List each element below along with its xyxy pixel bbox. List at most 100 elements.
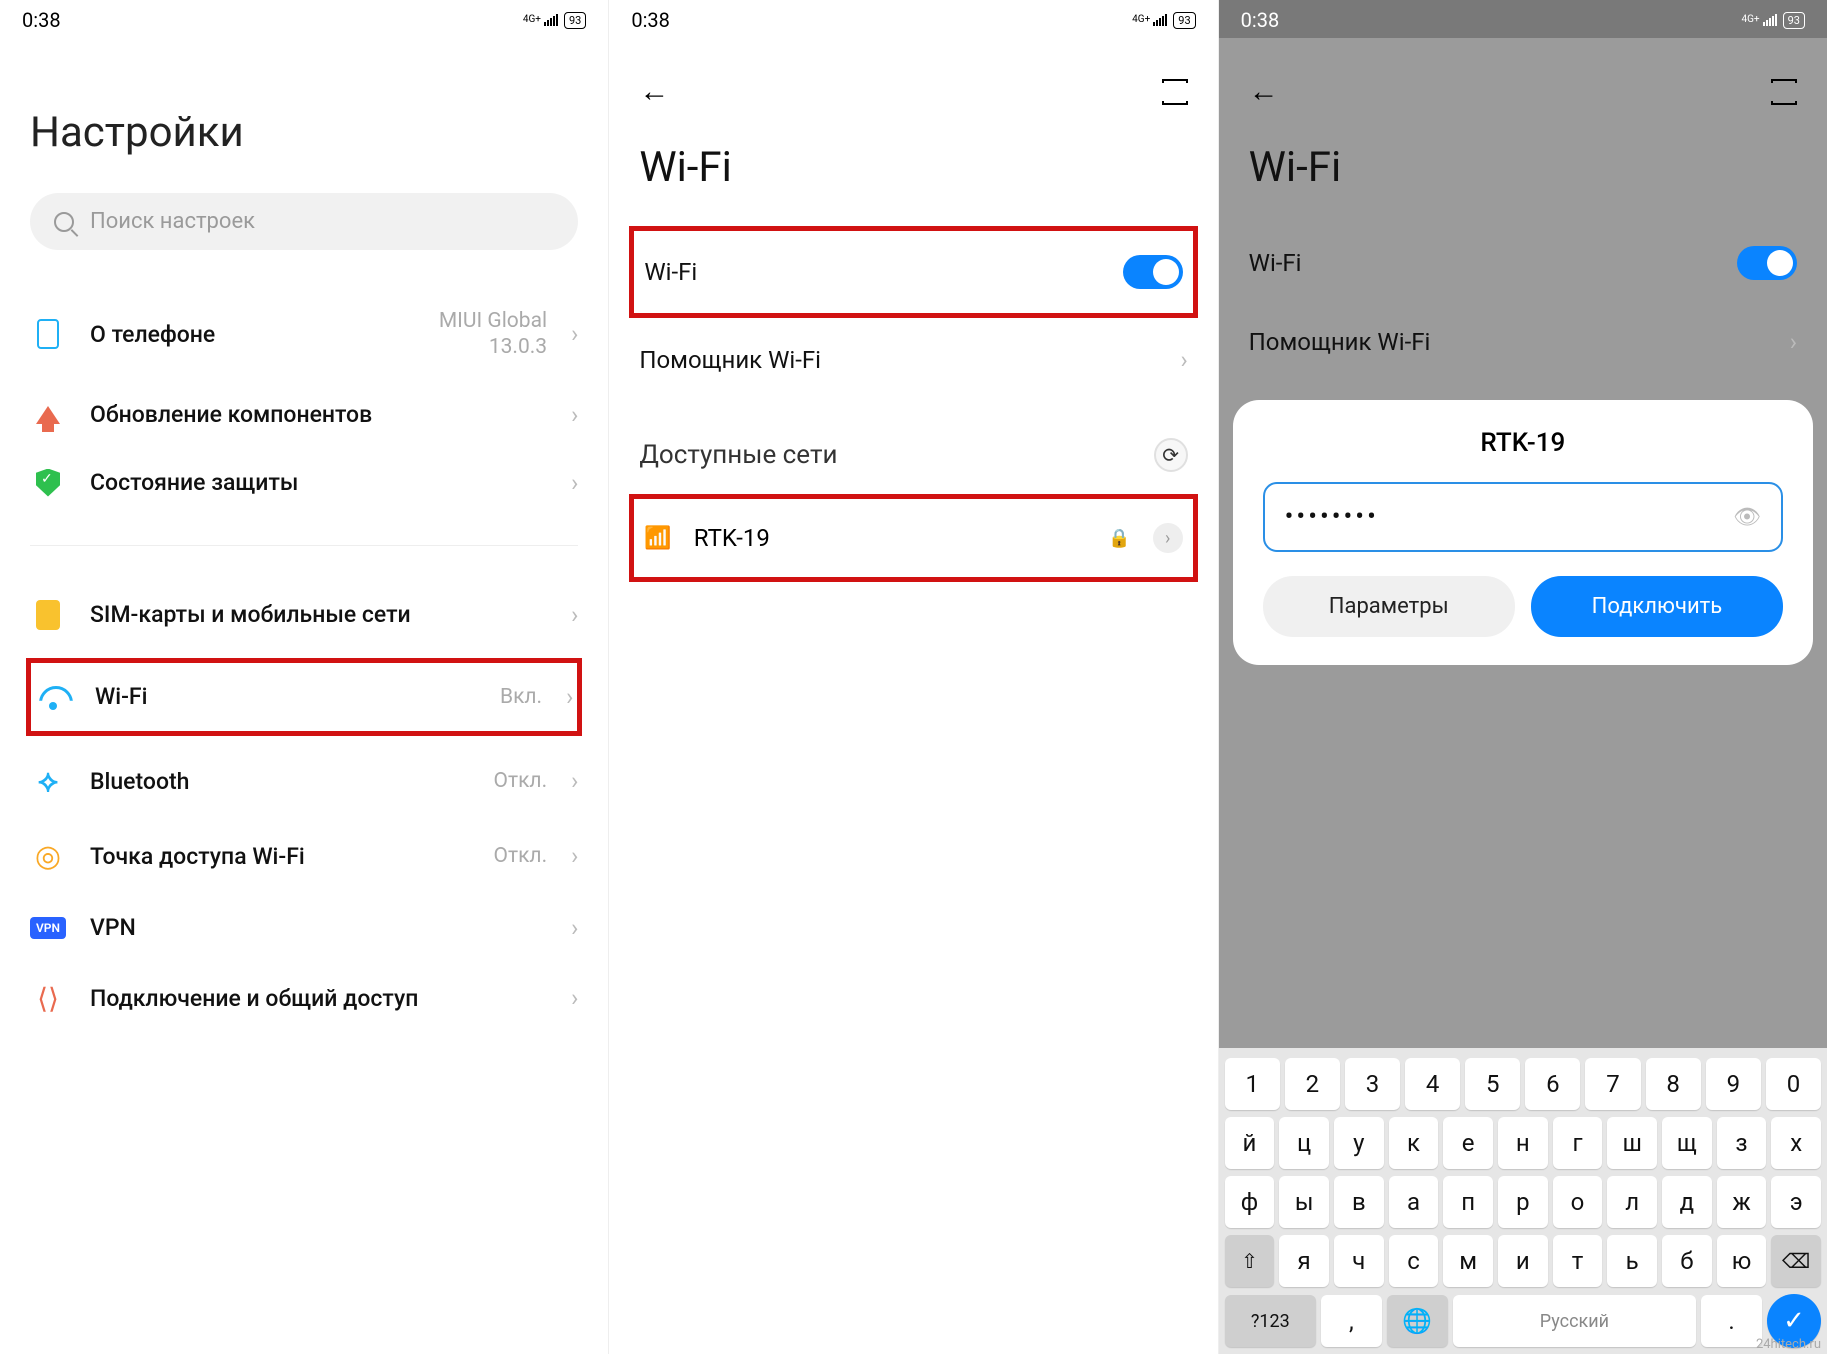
kb-row-3: фывапролджэ xyxy=(1225,1176,1821,1228)
key-ч[interactable]: ч xyxy=(1334,1235,1384,1287)
key-е[interactable]: е xyxy=(1443,1117,1493,1169)
bluetooth-icon: ⟡ xyxy=(38,764,58,799)
status-icons: 4G+ 93 xyxy=(1742,12,1805,29)
wifi-toggle-row[interactable]: Wi-Fi xyxy=(634,231,1192,313)
battery-icon: 93 xyxy=(1783,12,1805,29)
connection-sharing-row[interactable]: ⟨⟩ Подключение и общий доступ › xyxy=(30,962,578,1035)
key-ш[interactable]: ш xyxy=(1607,1117,1657,1169)
key-8[interactable]: 8 xyxy=(1646,1058,1701,1110)
key-с[interactable]: с xyxy=(1389,1235,1439,1287)
key-х[interactable]: х xyxy=(1771,1117,1821,1169)
key-backspace[interactable]: ⌫ xyxy=(1771,1235,1821,1287)
status-bar: 0:38 4G+ 93 xyxy=(609,0,1217,38)
key-2[interactable]: 2 xyxy=(1285,1058,1340,1110)
key-т[interactable]: т xyxy=(1553,1235,1603,1287)
status-bar: 0:38 4G+ 93 xyxy=(1219,0,1827,38)
key-а[interactable]: а xyxy=(1389,1176,1439,1228)
connect-button[interactable]: Подключить xyxy=(1531,576,1783,637)
about-phone-row[interactable]: О телефоне MIUI Global 13.0.3 › xyxy=(30,288,578,381)
refresh-button[interactable]: ⟳ xyxy=(1154,438,1188,472)
chevron-right-icon: › xyxy=(571,469,578,497)
key-7[interactable]: 7 xyxy=(1585,1058,1640,1110)
phone-icon xyxy=(37,319,59,349)
key-numbers[interactable]: ?123 xyxy=(1225,1295,1316,1347)
battery-icon: 93 xyxy=(564,12,586,29)
key-г[interactable]: г xyxy=(1553,1117,1603,1169)
key-д[interactable]: д xyxy=(1662,1176,1712,1228)
back-button[interactable]: ← xyxy=(1249,74,1279,109)
key-р[interactable]: р xyxy=(1498,1176,1548,1228)
key-language[interactable]: 🌐 xyxy=(1387,1295,1448,1347)
params-button[interactable]: Параметры xyxy=(1263,576,1515,637)
wifi-toggle[interactable] xyxy=(1737,246,1797,280)
key-ц[interactable]: ц xyxy=(1279,1117,1329,1169)
password-input[interactable]: •••••••• 👁 xyxy=(1263,482,1783,552)
security-status-row[interactable]: Состояние защиты › xyxy=(30,449,578,517)
wifi-toggle-row[interactable]: Wi-Fi xyxy=(1219,222,1827,304)
key-и[interactable]: и xyxy=(1498,1235,1548,1287)
key-5[interactable]: 5 xyxy=(1465,1058,1520,1110)
lock-icon: 🔒 xyxy=(1108,528,1130,549)
key-п[interactable]: п xyxy=(1443,1176,1493,1228)
clock: 0:38 xyxy=(1241,8,1280,32)
sim-cards-row[interactable]: SIM-карты и мобильные сети › xyxy=(30,580,578,650)
key-щ[interactable]: щ xyxy=(1662,1117,1712,1169)
key-space[interactable]: Русский xyxy=(1453,1295,1696,1347)
key-4[interactable]: 4 xyxy=(1405,1058,1460,1110)
key-в[interactable]: в xyxy=(1334,1176,1384,1228)
network-details-button[interactable]: › xyxy=(1153,523,1183,553)
key-9[interactable]: 9 xyxy=(1706,1058,1761,1110)
kb-row-1: 1234567890 xyxy=(1225,1058,1821,1110)
key-у[interactable]: у xyxy=(1334,1117,1384,1169)
key-3[interactable]: 3 xyxy=(1345,1058,1400,1110)
highlight-network: 📶 RTK-19 🔒 › xyxy=(629,494,1197,582)
key-я[interactable]: я xyxy=(1279,1235,1329,1287)
clock: 0:38 xyxy=(22,8,61,32)
network-type: 4G+ xyxy=(1742,15,1760,25)
vpn-row[interactable]: VPN VPN › xyxy=(30,894,578,962)
key-dot[interactable]: . xyxy=(1701,1295,1762,1347)
key-з[interactable]: з xyxy=(1717,1117,1767,1169)
password-value: •••••••• xyxy=(1285,502,1379,532)
kb-row-2: йцукенгшщзх xyxy=(1225,1117,1821,1169)
bluetooth-row[interactable]: ⟡ Bluetooth Откл. › xyxy=(30,744,578,819)
toggle-password-visibility[interactable]: 👁 xyxy=(1733,505,1761,530)
divider xyxy=(30,545,578,546)
chevron-right-icon: › xyxy=(571,767,578,795)
wifi-password-screen: 0:38 4G+ 93 ← Wi-Fi Wi-Fi Помощник Wi-Fi… xyxy=(1219,0,1827,1354)
key-comma[interactable]: , xyxy=(1321,1295,1382,1347)
wifi-row[interactable]: Wi-Fi Вкл. › xyxy=(35,665,573,729)
key-ы[interactable]: ы xyxy=(1279,1176,1329,1228)
hotspot-row[interactable]: ◎ Точка доступа Wi-Fi Откл. › xyxy=(30,819,578,894)
key-б[interactable]: б xyxy=(1662,1235,1712,1287)
chevron-right-icon: › xyxy=(1180,346,1187,374)
key-к[interactable]: к xyxy=(1389,1117,1439,1169)
qr-scan-icon[interactable] xyxy=(1162,79,1188,105)
key-ю[interactable]: ю xyxy=(1717,1235,1767,1287)
wifi-toggle[interactable] xyxy=(1123,255,1183,289)
key-ж[interactable]: ж xyxy=(1717,1176,1767,1228)
search-icon xyxy=(54,212,74,232)
qr-scan-icon[interactable] xyxy=(1771,79,1797,105)
key-о[interactable]: о xyxy=(1553,1176,1603,1228)
key-0[interactable]: 0 xyxy=(1766,1058,1821,1110)
key-л[interactable]: л xyxy=(1607,1176,1657,1228)
back-button[interactable]: ← xyxy=(639,74,669,109)
wifi-assistant-row[interactable]: Помощник Wi-Fi › xyxy=(609,322,1217,398)
key-м[interactable]: м xyxy=(1443,1235,1493,1287)
key-shift[interactable]: ⇧ xyxy=(1225,1235,1275,1287)
key-й[interactable]: й xyxy=(1225,1117,1275,1169)
component-update-row[interactable]: Обновление компонентов › xyxy=(30,381,578,449)
settings-screen: 0:38 4G+ 93 Настройки Поиск настроек О т… xyxy=(0,0,609,1354)
key-1[interactable]: 1 xyxy=(1225,1058,1280,1110)
network-row[interactable]: 📶 RTK-19 🔒 › xyxy=(634,499,1192,577)
key-н[interactable]: н xyxy=(1498,1117,1548,1169)
key-ф[interactable]: ф xyxy=(1225,1176,1275,1228)
key-6[interactable]: 6 xyxy=(1525,1058,1580,1110)
miui-version: MIUI Global 13.0.3 xyxy=(439,308,547,361)
search-input[interactable]: Поиск настроек xyxy=(30,193,578,250)
key-ь[interactable]: ь xyxy=(1607,1235,1657,1287)
key-э[interactable]: э xyxy=(1771,1176,1821,1228)
wifi-assistant-row[interactable]: Помощник Wi-Fi › xyxy=(1219,304,1827,380)
signal-icon xyxy=(1763,14,1777,26)
